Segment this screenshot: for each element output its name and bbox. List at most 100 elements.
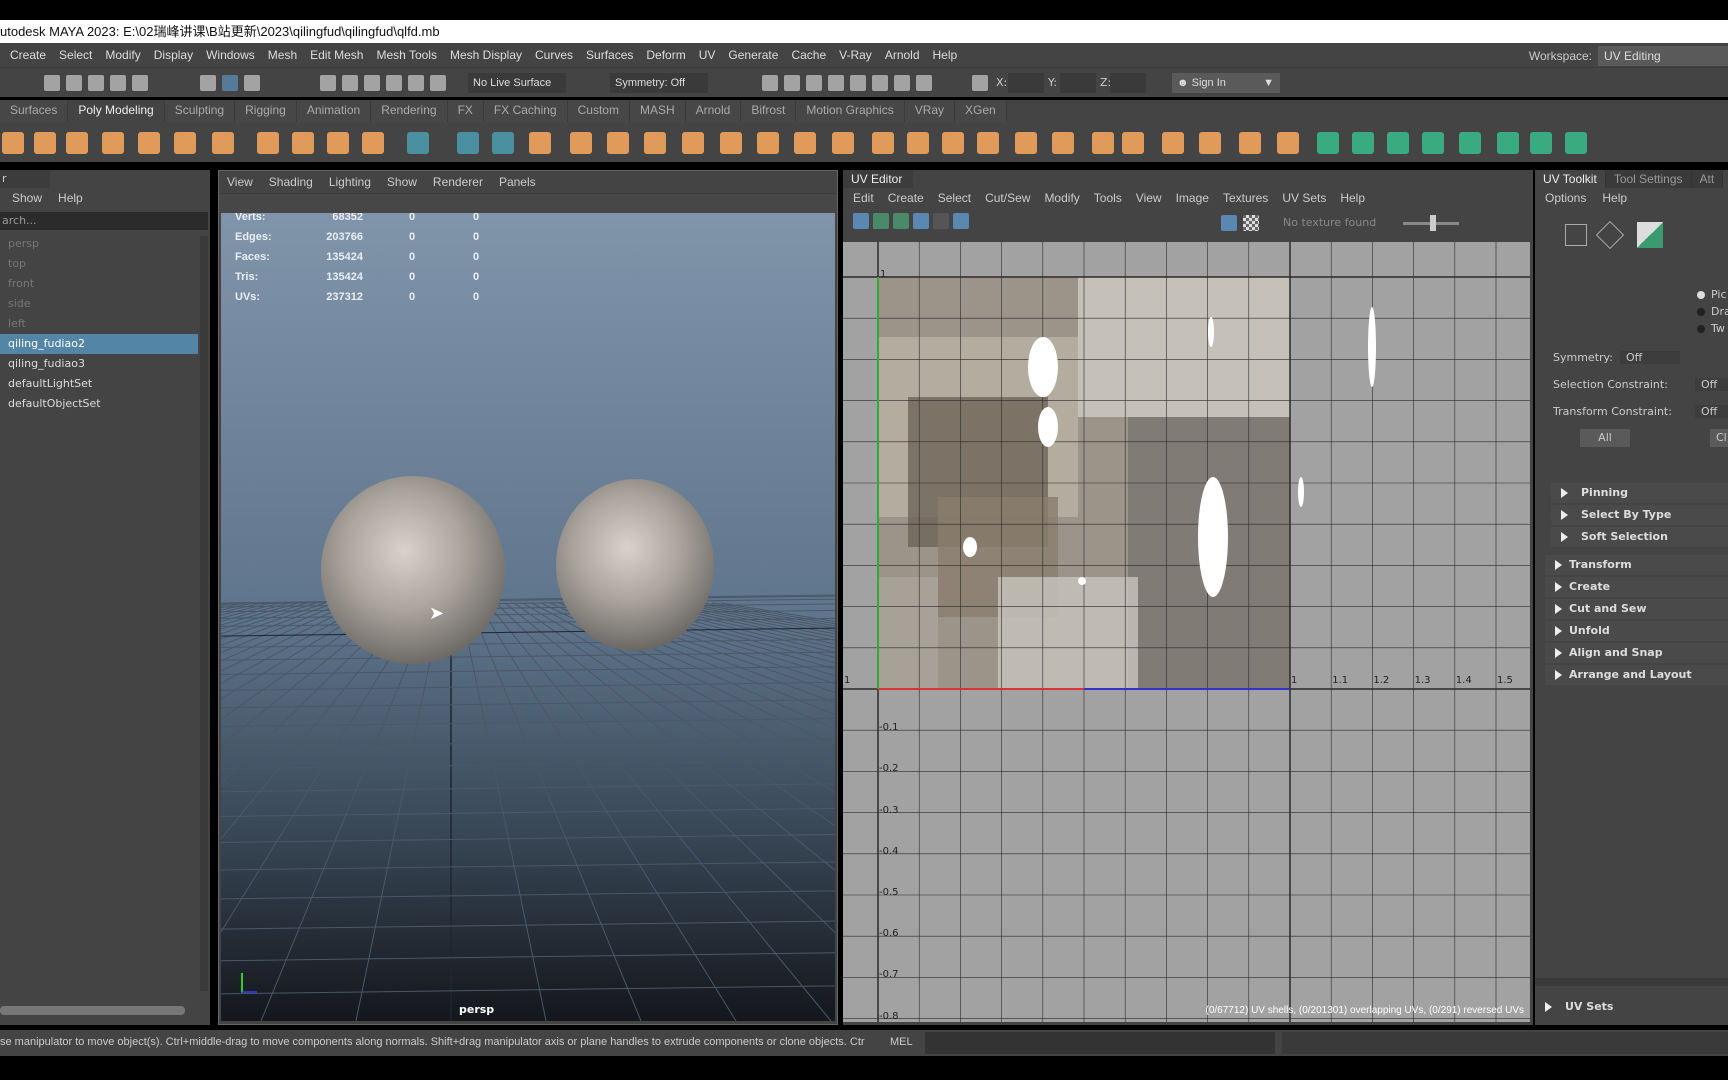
toolbar-tool-icon[interactable] <box>244 75 260 91</box>
toolbar-tool-icon[interactable] <box>386 75 402 91</box>
uv-menu-cut-sew[interactable]: Cut/Sew <box>985 191 1030 205</box>
viewport-menu-renderer[interactable]: Renderer <box>433 175 483 189</box>
shelf-tool-icon[interactable] <box>720 132 742 154</box>
texture-dropdown[interactable]: No texture found <box>1283 216 1376 229</box>
grid-icon[interactable] <box>933 213 949 229</box>
outliner-item-front[interactable]: front <box>0 274 210 294</box>
toolbar-tool-icon[interactable] <box>972 75 988 91</box>
toolbar-tool-icon[interactable] <box>806 75 822 91</box>
section-soft-selection[interactable]: Soft Selection <box>1551 527 1728 547</box>
symmetry-dropdown[interactable]: Symmetry: Off <box>610 73 708 93</box>
uv-menu-tools[interactable]: Tools <box>1094 191 1122 205</box>
section-select-by-type[interactable]: Select By Type <box>1551 505 1728 525</box>
viewport-menu-shading[interactable]: Shading <box>269 175 313 189</box>
shelf-tool-icon[interactable] <box>174 132 196 154</box>
grid-icon[interactable] <box>953 213 969 229</box>
shelf-tab-rigging[interactable]: Rigging <box>235 100 297 122</box>
shelf-tool-icon[interactable] <box>794 132 816 154</box>
shelf-tool-icon[interactable] <box>570 132 592 154</box>
shelf-tool-icon[interactable] <box>1530 132 1552 154</box>
x-field[interactable] <box>1008 73 1044 93</box>
shelf-tool-icon[interactable] <box>1162 132 1184 154</box>
uv-menu-create[interactable]: Create <box>888 191 924 205</box>
outliner-item-qiling-fudiao3[interactable]: qiling_fudiao3 <box>0 354 210 374</box>
outliner-menu-show[interactable]: Show <box>12 191 42 205</box>
toolbar-tool-icon[interactable] <box>364 75 380 91</box>
shelf-tool-icon[interactable] <box>1422 132 1444 154</box>
shelf-tool-icon[interactable] <box>362 132 384 154</box>
viewport-menu-panels[interactable]: Panels <box>499 175 536 189</box>
workspace-selector[interactable]: Workspace: UV Editing <box>1529 46 1728 66</box>
shelf-tool-icon[interactable] <box>607 132 629 154</box>
shelf-tool-icon[interactable] <box>66 132 88 154</box>
toolkit-menu-help[interactable]: Help <box>1602 191 1627 205</box>
toolbar-tool-icon[interactable] <box>408 75 424 91</box>
shelf-tool-icon[interactable] <box>212 132 234 154</box>
shelf-tool-icon[interactable] <box>34 132 56 154</box>
toolbar-tool-icon[interactable] <box>342 75 358 91</box>
viewport-menu-lighting[interactable]: Lighting <box>329 175 371 189</box>
shelf-tool-icon[interactable] <box>1239 132 1261 154</box>
menu-uv[interactable]: UV <box>699 48 716 62</box>
slider-handle[interactable] <box>1430 215 1436 231</box>
section-arrange-and-layout[interactable]: Arrange and Layout <box>1545 665 1728 685</box>
shelf-tool-icon[interactable] <box>492 132 514 154</box>
toolkit-tab-tool-settings[interactable]: Tool Settings <box>1605 170 1692 188</box>
shelf-tool-icon[interactable] <box>407 132 429 154</box>
selection-constraint-dropdown[interactable]: Off <box>1695 378 1728 391</box>
radio-button[interactable] <box>1697 308 1705 316</box>
toolbar-tool-icon[interactable] <box>110 75 126 91</box>
shelf-tool-icon[interactable] <box>942 132 964 154</box>
shelf-tool-icon[interactable] <box>1092 132 1114 154</box>
toolbar-tool-icon[interactable] <box>132 75 148 91</box>
carved-sphere-qiling-fudiao2[interactable] <box>321 476 505 664</box>
menu-mesh-tools[interactable]: Mesh Tools <box>376 48 436 62</box>
uv-canvas[interactable]: (0/67712) UV shells, (0/201301) overlapp… <box>843 242 1530 1022</box>
vertex-mode-icon[interactable] <box>1565 224 1587 246</box>
menu-curves[interactable]: Curves <box>535 48 573 62</box>
shelf-tool-icon[interactable] <box>1565 132 1587 154</box>
menu-deform[interactable]: Deform <box>646 48 685 62</box>
menu-mesh-display[interactable]: Mesh Display <box>450 48 522 62</box>
uv-menu-view[interactable]: View <box>1136 191 1162 205</box>
shelf-tool-icon[interactable] <box>1459 132 1481 154</box>
y-field[interactable] <box>1060 73 1096 93</box>
sign-in-button[interactable]: ☻ Sign In ▼ <box>1172 73 1280 93</box>
outliner-item-top[interactable]: top <box>0 254 210 274</box>
section-create[interactable]: Create <box>1545 577 1728 597</box>
shelf-tab-motion-graphics[interactable]: Motion Graphics <box>796 100 905 122</box>
toolbar-tool-icon[interactable] <box>784 75 800 91</box>
shelf-tab-animation[interactable]: Animation <box>296 100 372 122</box>
face-mode-icon[interactable] <box>1637 222 1663 248</box>
shelf-tool-icon[interactable] <box>1015 132 1037 154</box>
viewport-scene[interactable]: ➤ persp Verts: 68352 0 0 Edges: 203766 0 0 Faces… <box>221 213 835 1021</box>
outliner-search-input[interactable]: arch... <box>0 212 208 230</box>
uv-menu-image[interactable]: Image <box>1176 191 1209 205</box>
shelf-tool-icon[interactable] <box>102 132 124 154</box>
shelf-tool-icon[interactable] <box>757 132 779 154</box>
radio-button[interactable] <box>1697 325 1705 333</box>
shelf-tool-icon[interactable] <box>1387 132 1409 154</box>
shelf-tab-arnold[interactable]: Arnold <box>685 100 742 122</box>
uv-icon[interactable] <box>893 213 909 229</box>
menu-help[interactable]: Help <box>933 48 958 62</box>
toolbar-tool-icon[interactable] <box>88 75 104 91</box>
transform-constraint-dropdown[interactable]: Off <box>1695 405 1728 418</box>
toolbar-tool-icon[interactable] <box>916 75 932 91</box>
shelf-tool-icon[interactable] <box>1497 132 1519 154</box>
shelf-tab-sculpting[interactable]: Sculpting <box>164 100 236 122</box>
checker-icon[interactable] <box>1243 215 1259 231</box>
toolbar-tool-icon[interactable] <box>430 75 446 91</box>
shelf-tool-icon[interactable] <box>832 132 854 154</box>
section-transform[interactable]: Transform <box>1545 555 1728 575</box>
outliner-tab[interactable]: r <box>0 170 50 188</box>
shelf-tab-rendering[interactable]: Rendering <box>371 100 448 122</box>
uv-menu-textures[interactable]: Textures <box>1223 191 1268 205</box>
symmetry-dropdown[interactable]: Off <box>1620 351 1680 364</box>
toolbar-tool-icon[interactable] <box>872 75 888 91</box>
section-pinning[interactable]: Pinning <box>1551 483 1728 503</box>
perspective-viewport[interactable]: View Shading Lighting Show Renderer Panels ➤ … <box>218 170 838 1025</box>
shelf-tab-vray[interactable]: VRay <box>904 100 956 122</box>
menu-create[interactable]: Create <box>10 48 46 62</box>
shelf-tool-icon[interactable] <box>138 132 160 154</box>
